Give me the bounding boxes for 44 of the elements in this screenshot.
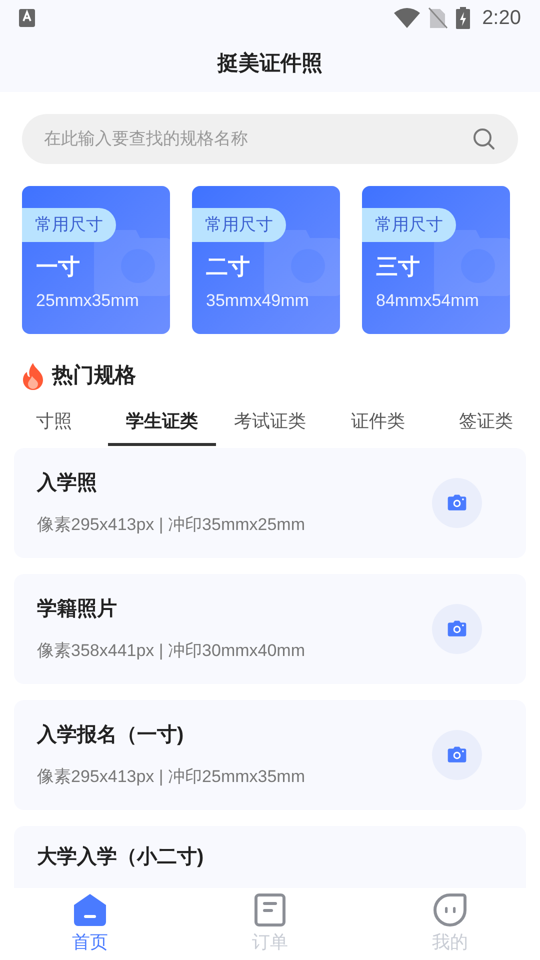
camera-button[interactable]	[432, 478, 482, 528]
category-tab[interactable]: 考试证类	[216, 400, 324, 446]
spec-name: 入学报名（一寸)	[37, 722, 185, 748]
spec-card[interactable]: 入学照 像素295x413px | 冲印35mmx25mm	[14, 448, 526, 558]
spec-detail: 像素295x413px | 冲印25mmx35mm	[37, 766, 306, 788]
category-tab[interactable]: 签证类	[432, 400, 540, 446]
size-tag: 常用尺寸	[22, 208, 116, 242]
spec-detail: 像素358x441px | 冲印30mmx40mm	[37, 640, 306, 662]
size-name: 二寸	[206, 253, 251, 281]
category-tab[interactable]: 证件类	[324, 400, 432, 446]
size-card[interactable]: 常用尺寸 二寸 35mmx49mm	[192, 186, 340, 334]
fire-icon	[20, 362, 46, 390]
app-title: 挺美证件照	[218, 50, 322, 78]
spec-card[interactable]: 大学入学（小二寸)	[14, 826, 526, 888]
spec-card[interactable]: 入学报名（一寸) 像素295x413px | 冲印25mmx35mm	[14, 700, 526, 810]
search-field[interactable]: 在此输入要查找的规格名称	[22, 114, 518, 164]
spec-name: 大学入学（小二寸)	[37, 844, 204, 870]
section-title: 热门规格	[52, 362, 136, 389]
size-name: 三寸	[376, 253, 421, 281]
document-icon	[254, 892, 286, 926]
nav-tab[interactable]: 首页	[0, 888, 180, 960]
spec-name: 学籍照片	[37, 596, 118, 622]
size-dimensions: 25mmx35mm	[36, 290, 140, 312]
camera-button[interactable]	[432, 604, 482, 654]
size-name: 一寸	[36, 253, 81, 281]
wifi-icon	[394, 8, 420, 28]
spec-name: 入学照	[37, 470, 98, 496]
keyboard-indicator-icon	[19, 9, 35, 27]
size-card[interactable]: 常用尺寸 一寸 25mmx35mm	[22, 186, 170, 334]
camera-button[interactable]	[432, 730, 482, 780]
size-dimensions: 35mmx49mm	[206, 290, 310, 312]
status-time: 2:20	[482, 6, 521, 31]
battery-charging-icon	[456, 7, 470, 29]
size-dimensions: 84mmx54mm	[376, 290, 480, 312]
search-icon	[472, 127, 496, 151]
spec-card[interactable]: 学籍照片 像素358x441px | 冲印30mmx40mm	[14, 574, 526, 684]
no-sim-icon	[428, 7, 448, 29]
category-tab[interactable]: 寸照	[0, 400, 108, 446]
spec-detail: 像素295x413px | 冲印35mmx25mm	[37, 514, 306, 536]
face-icon	[433, 892, 467, 926]
size-tag: 常用尺寸	[362, 208, 456, 242]
size-card[interactable]: 常用尺寸 三寸 84mmx54mm	[362, 186, 510, 334]
home-icon	[72, 892, 108, 926]
size-tag: 常用尺寸	[192, 208, 286, 242]
